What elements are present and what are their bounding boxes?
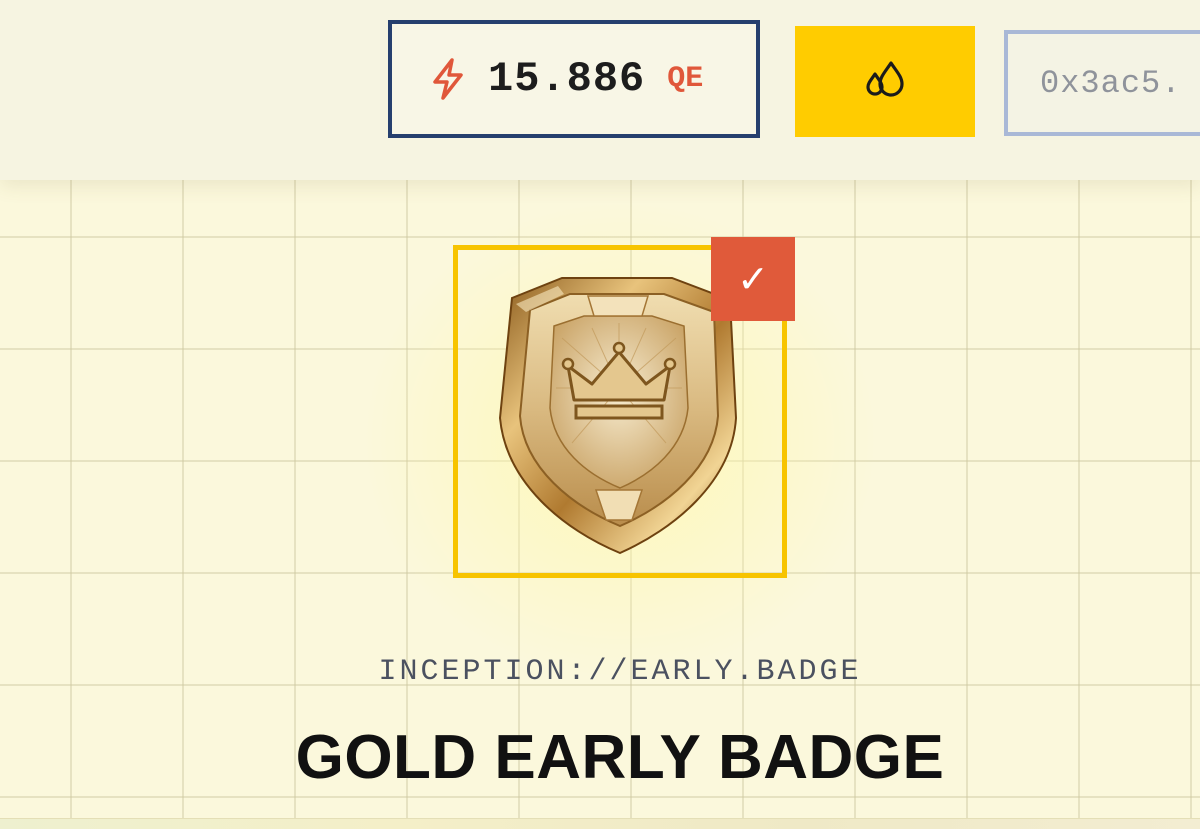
- bottom-edge-strip: [0, 818, 1200, 829]
- faucet-button[interactable]: [795, 26, 975, 137]
- balance-value: 15.886: [488, 55, 646, 103]
- selected-check-badge: ✓: [711, 237, 795, 321]
- top-header: 15.886 QE 0x3ac5.: [0, 0, 1200, 180]
- balance-unit: QE: [667, 62, 704, 96]
- badge-identifier: INCEPTION://EARLY.BADGE: [378, 655, 862, 689]
- wallet-address-button[interactable]: 0x3ac5.: [1004, 30, 1200, 136]
- gold-badge-image: [498, 277, 738, 555]
- droplets-icon: [861, 55, 909, 108]
- check-icon: ✓: [737, 257, 769, 301]
- qe-balance-display: 15.886 QE: [388, 20, 760, 138]
- wallet-address: 0x3ac5.: [1040, 64, 1182, 102]
- badge-title: GOLD EARLY BADGE: [295, 723, 945, 792]
- lightning-icon: [428, 57, 468, 101]
